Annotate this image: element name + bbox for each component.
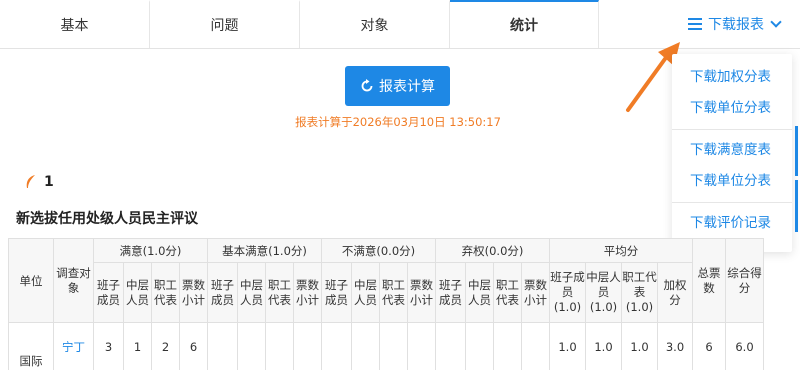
sub-header: 班子成员 [93, 262, 124, 323]
download-dropdown: 下载加权分表 下载单位分表 下载满意度表 下载单位分表 下载评价记录 [672, 54, 792, 252]
calculate-report-button[interactable]: 报表计算 [345, 66, 450, 106]
chevron-down-icon [770, 16, 782, 28]
header-basic-satisfied: 基本满意(1.0分) [207, 238, 322, 263]
table-row: 国际 宁丁 3 1 2 6 1.0 1.0 1.0 3.0 6 6.0 [8, 322, 764, 370]
header-total-votes: 总票数 [692, 238, 726, 323]
download-weighted-table[interactable]: 下载加权分表 [672, 62, 792, 93]
table-cell: 3 [93, 322, 124, 370]
sub-header: 中层人员 [465, 262, 494, 323]
table-cell: 2 [151, 322, 180, 370]
table-cell [407, 322, 436, 370]
sub-header: 职工代表 [379, 262, 408, 323]
table-cell: 6 [179, 322, 208, 370]
section-number-text: 1 [44, 174, 54, 190]
table-cell: 1.0 [585, 322, 622, 370]
table-cell [207, 322, 238, 370]
header-average: 平均分 [549, 238, 693, 263]
download-evaluation-records[interactable]: 下载评价记录 [672, 208, 792, 239]
download-satisfaction-table[interactable]: 下载满意度表 [672, 135, 792, 166]
menu-icon [688, 15, 702, 33]
table-cell: 3.0 [657, 322, 693, 370]
object-link[interactable]: 宁丁 [53, 322, 94, 370]
table-cell [321, 322, 352, 370]
header-unit: 单位 [8, 238, 54, 323]
sub-header: 票数小计 [521, 262, 550, 323]
sub-header: 班子成员 [207, 262, 238, 323]
table-cell: 6 [692, 322, 726, 370]
header-unsatisfied: 不满意(0.0分) [321, 238, 436, 263]
table-cell [493, 322, 522, 370]
sub-header: 班子成员 [435, 262, 466, 323]
sub-header: 中层人员 [237, 262, 266, 323]
page: 基本 问题 对象 统计 下载报表 下载加权分表 下载单位分表 下载满意度表 下载… [0, 0, 800, 370]
table-cell [521, 322, 550, 370]
download-report-menu-button[interactable]: 下载报表 [688, 0, 782, 48]
sub-header: 职工代表(1.0) [621, 262, 658, 323]
statistics-table: 单位 调查对象 满意(1.0分) 基本满意(1.0分) 不满意(0.0分) 弃权… [8, 238, 764, 370]
download-unit-table-2[interactable]: 下载单位分表 [672, 166, 792, 197]
sub-header: 加权分 [657, 262, 693, 323]
sub-header: 职工代表 [151, 262, 180, 323]
header-abstain: 弃权(0.0分) [435, 238, 550, 263]
scroll-indicator [795, 180, 798, 232]
sub-header: 票数小计 [179, 262, 208, 323]
table-cell [265, 322, 294, 370]
tab-objects[interactable]: 对象 [300, 0, 450, 48]
sub-header: 中层人员 [351, 262, 380, 323]
sub-header: 中层人员 [123, 262, 152, 323]
calculation-time: 报表计算于2026年03月10日 13:50:17 [295, 115, 501, 129]
header-object: 调查对象 [53, 238, 94, 323]
cell-unit: 国际 [8, 322, 54, 370]
sub-header: 职工代表 [265, 262, 294, 323]
section-number: 1 [26, 174, 54, 190]
table-cell: 1.0 [621, 322, 658, 370]
scroll-indicator [795, 126, 798, 176]
tab-basic[interactable]: 基本 [0, 0, 150, 48]
section-title: 新选拔任用处级人员民主评议 [16, 211, 198, 227]
calculate-report-label: 报表计算 [379, 79, 435, 95]
table-cell [379, 322, 408, 370]
sub-header: 班子成员 [321, 262, 352, 323]
sub-header: 票数小计 [407, 262, 436, 323]
sub-header: 职工代表 [493, 262, 522, 323]
table-cell [237, 322, 266, 370]
table-cell [293, 322, 322, 370]
sub-header: 班子成员(1.0) [549, 262, 586, 323]
table-cell [435, 322, 466, 370]
sub-header: 中层人员(1.0) [585, 262, 622, 323]
header-satisfied: 满意(1.0分) [93, 238, 208, 263]
divider [672, 202, 792, 203]
table-cell: 1.0 [549, 322, 586, 370]
table-cell [351, 322, 380, 370]
table-cell: 1 [123, 322, 152, 370]
table-cell [465, 322, 494, 370]
refresh-icon [361, 79, 373, 92]
table-cell: 6.0 [725, 322, 764, 370]
tab-statistics[interactable]: 统计 [450, 0, 599, 48]
feather-icon [26, 175, 35, 188]
tab-questions[interactable]: 问题 [150, 0, 300, 48]
sub-header: 票数小计 [293, 262, 322, 323]
header-overall-score: 综合得分 [725, 238, 764, 323]
download-report-label: 下载报表 [708, 17, 764, 33]
